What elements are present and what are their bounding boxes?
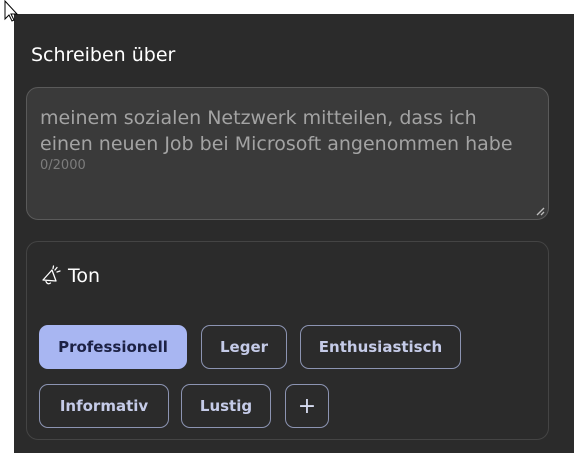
write-about-panel: Schreiben über meinem sozialen Netzwerk … (14, 14, 574, 453)
prompt-text[interactable]: meinem sozialen Netzwerk mitteilen, dass… (40, 105, 520, 157)
prompt-textarea[interactable]: meinem sozialen Netzwerk mitteilen, dass… (26, 87, 549, 220)
add-tone-button[interactable]: + (285, 384, 329, 428)
mouse-pointer-icon (4, 0, 19, 22)
section-title: Schreiben über (31, 44, 176, 66)
tone-chip-enthusiastisch[interactable]: Enthusiastisch (300, 325, 461, 369)
megaphone-icon (42, 265, 61, 285)
tone-chip-leger[interactable]: Leger (201, 325, 287, 369)
tone-chip-professionell[interactable]: Professionell (39, 325, 187, 369)
tone-chip-informativ[interactable]: Informativ (39, 384, 169, 428)
character-counter: 0/2000 (40, 158, 86, 173)
resize-handle-icon[interactable] (536, 207, 545, 216)
tone-card: Ton Professionell Leger Enthusiastisch I… (26, 241, 549, 440)
tone-header: Ton (39, 264, 100, 288)
tone-chip-lustig[interactable]: Lustig (181, 384, 271, 428)
tone-label: Ton (68, 265, 101, 287)
